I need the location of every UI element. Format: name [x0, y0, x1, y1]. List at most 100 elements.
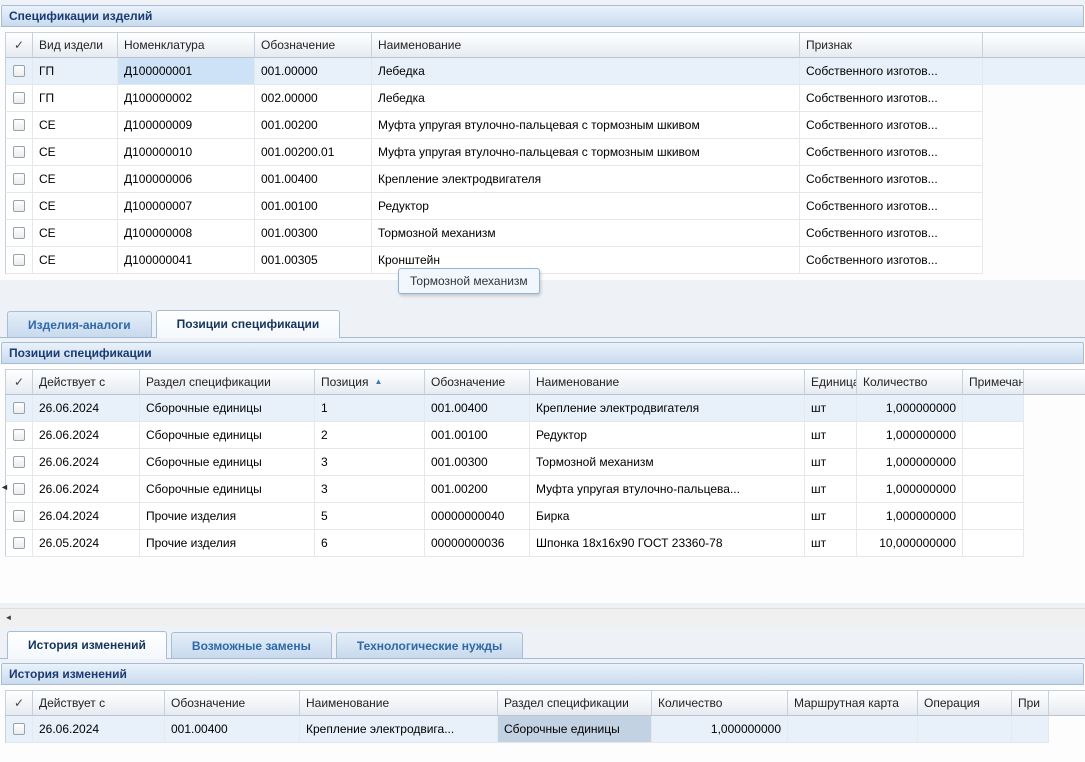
- table-cell[interactable]: 26.06.2024: [33, 422, 140, 449]
- row-select-cell[interactable]: [5, 422, 33, 449]
- row-select-cell[interactable]: [5, 220, 33, 247]
- column-header[interactable]: Позиция▲: [315, 369, 425, 395]
- table-cell[interactable]: [963, 476, 1024, 503]
- table-row[interactable]: СЕД100000041001.00305КронштейнСобственно…: [5, 247, 1085, 274]
- table-cell[interactable]: 001.00300: [255, 220, 372, 247]
- column-header[interactable]: Операция: [918, 690, 1012, 716]
- select-all-header[interactable]: ✓: [5, 690, 33, 716]
- tab-products-analogs[interactable]: Изделия-аналоги: [7, 311, 152, 337]
- table-cell[interactable]: 001.00400: [425, 395, 530, 422]
- column-header[interactable]: Обозначение: [165, 690, 300, 716]
- table-cell[interactable]: Д100000006: [118, 166, 255, 193]
- tab-possible-replacements[interactable]: Возможные замены: [171, 632, 332, 658]
- table-cell[interactable]: Собственного изготов...: [800, 220, 983, 247]
- table-cell[interactable]: Собственного изготов...: [800, 85, 983, 112]
- tab-change-history[interactable]: История изменений: [7, 631, 167, 659]
- table-cell[interactable]: [963, 449, 1024, 476]
- table-row[interactable]: СЕД100000010001.00200.01Муфта упругая вт…: [5, 139, 1085, 166]
- table-cell[interactable]: 00000000036: [425, 530, 530, 557]
- row-select-cell[interactable]: [5, 58, 33, 85]
- row-select-cell[interactable]: [5, 449, 33, 476]
- table-cell[interactable]: 001.00200: [425, 476, 530, 503]
- table-cell[interactable]: Тормозной механизм: [372, 220, 800, 247]
- column-header[interactable]: Наименование: [530, 369, 805, 395]
- horizontal-scrollbar[interactable]: ◄: [0, 608, 1085, 626]
- row-checkbox[interactable]: [13, 146, 25, 158]
- table-cell[interactable]: 001.00300: [425, 449, 530, 476]
- table-cell[interactable]: СЕ: [33, 139, 118, 166]
- table-cell[interactable]: ГП: [33, 85, 118, 112]
- column-header[interactable]: Признак: [800, 32, 983, 58]
- table-cell[interactable]: [963, 422, 1024, 449]
- table-cell[interactable]: Крепление электродвига...: [300, 716, 498, 743]
- row-select-cell[interactable]: [5, 166, 33, 193]
- row-checkbox[interactable]: [13, 483, 25, 495]
- table-cell[interactable]: 1,000000000: [857, 476, 963, 503]
- table-cell[interactable]: ГП: [33, 58, 118, 85]
- table-row[interactable]: ГПД100000001001.00000ЛебедкаСобственного…: [5, 58, 1085, 85]
- table-cell[interactable]: Шпонка 18х16х90 ГОСТ 23360-78: [530, 530, 805, 557]
- row-select-cell[interactable]: [5, 139, 33, 166]
- table-cell[interactable]: Сборочные единицы: [498, 716, 652, 743]
- table-row[interactable]: 26.06.2024Сборочные единицы2001.00100Ред…: [5, 422, 1085, 449]
- table-cell[interactable]: 6: [315, 530, 425, 557]
- table-cell[interactable]: 1,000000000: [857, 395, 963, 422]
- table-cell[interactable]: 001.00305: [255, 247, 372, 274]
- table-cell[interactable]: Муфта упругая втулочно-пальцевая с тормо…: [372, 139, 800, 166]
- table-cell[interactable]: [963, 395, 1024, 422]
- table-cell[interactable]: Собственного изготов...: [800, 193, 983, 220]
- table-cell[interactable]: Д100000009: [118, 112, 255, 139]
- table-cell[interactable]: Собственного изготов...: [800, 58, 983, 85]
- table-cell[interactable]: Лебедка: [372, 58, 800, 85]
- table-cell[interactable]: Сборочные единицы: [140, 422, 315, 449]
- column-header[interactable]: Обозначение: [255, 32, 372, 58]
- table-cell[interactable]: СЕ: [33, 247, 118, 274]
- table-cell[interactable]: Бирка: [530, 503, 805, 530]
- table-cell[interactable]: 00000000040: [425, 503, 530, 530]
- table-cell[interactable]: 26.05.2024: [33, 530, 140, 557]
- column-header[interactable]: Раздел спецификации: [140, 369, 315, 395]
- table-row[interactable]: СЕД100000009001.00200Муфта упругая втуло…: [5, 112, 1085, 139]
- row-select-cell[interactable]: [5, 716, 33, 743]
- table-row[interactable]: 26.05.2024Прочие изделия600000000036Шпон…: [5, 530, 1085, 557]
- table-cell[interactable]: Сборочные единицы: [140, 395, 315, 422]
- table-cell[interactable]: 3: [315, 476, 425, 503]
- table-cell[interactable]: 001.00400: [255, 166, 372, 193]
- row-checkbox[interactable]: [13, 92, 25, 104]
- row-select-cell[interactable]: [5, 530, 33, 557]
- table-cell[interactable]: 26.06.2024: [33, 716, 165, 743]
- table-cell[interactable]: 001.00200: [255, 112, 372, 139]
- table-cell[interactable]: СЕ: [33, 220, 118, 247]
- table-cell[interactable]: 10,000000000: [857, 530, 963, 557]
- table-cell[interactable]: Сборочные единицы: [140, 449, 315, 476]
- table-cell[interactable]: шт: [805, 503, 857, 530]
- table-cell[interactable]: Прочие изделия: [140, 503, 315, 530]
- row-checkbox[interactable]: [13, 723, 25, 735]
- row-checkbox[interactable]: [13, 402, 25, 414]
- column-header[interactable]: Примечание: [963, 369, 1024, 395]
- row-checkbox[interactable]: [13, 227, 25, 239]
- table-cell[interactable]: 001.00000: [255, 58, 372, 85]
- row-checkbox[interactable]: [13, 65, 25, 77]
- table-cell[interactable]: Редуктор: [372, 193, 800, 220]
- table-cell[interactable]: шт: [805, 395, 857, 422]
- table-cell[interactable]: 001.00100: [255, 193, 372, 220]
- table-cell[interactable]: [788, 716, 918, 743]
- table-cell[interactable]: 001.00100: [425, 422, 530, 449]
- table-cell[interactable]: Крепление электродвигателя: [530, 395, 805, 422]
- table-cell[interactable]: шт: [805, 476, 857, 503]
- table-cell[interactable]: Собственного изготов...: [800, 139, 983, 166]
- row-select-cell[interactable]: [5, 503, 33, 530]
- row-select-cell[interactable]: [5, 476, 33, 503]
- row-checkbox[interactable]: [13, 456, 25, 468]
- table-cell[interactable]: Редуктор: [530, 422, 805, 449]
- table-row[interactable]: СЕД100000008001.00300Тормозной механизмС…: [5, 220, 1085, 247]
- row-checkbox[interactable]: [13, 200, 25, 212]
- row-checkbox[interactable]: [13, 537, 25, 549]
- table-cell[interactable]: 5: [315, 503, 425, 530]
- table-cell[interactable]: 1,000000000: [857, 449, 963, 476]
- table-cell[interactable]: СЕ: [33, 166, 118, 193]
- table-row[interactable]: 26.06.2024Сборочные единицы3001.00200Муф…: [5, 476, 1085, 503]
- row-checkbox[interactable]: [13, 173, 25, 185]
- table-cell[interactable]: 3: [315, 449, 425, 476]
